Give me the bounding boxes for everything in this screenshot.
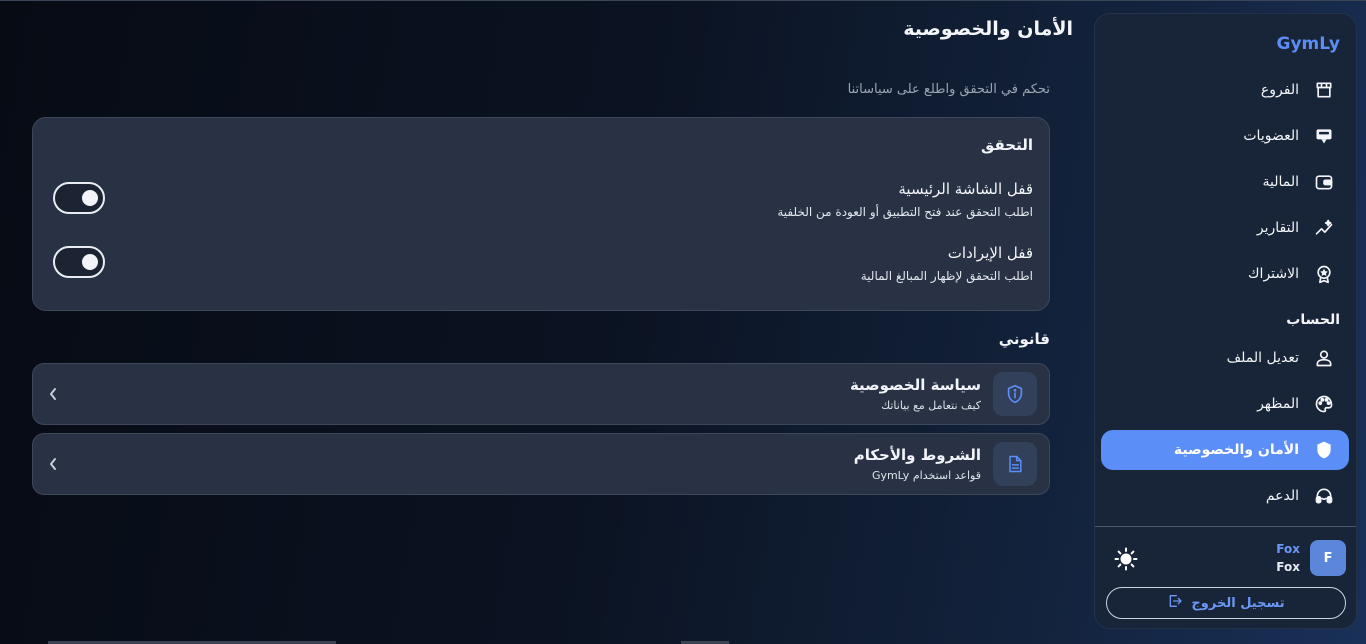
revenue-lock-description: اطلب التحقق لإظهار المبالغ المالية	[860, 269, 1033, 283]
home-lock-description: اطلب التحقق عند فتح التطبيق أو العودة من…	[777, 205, 1033, 219]
privacy-policy-description: كيف نتعامل مع بياناتك	[881, 399, 981, 412]
page-title: الأمان والخصوصية	[903, 18, 1073, 40]
palette-icon	[1313, 393, 1335, 415]
sidebar-item-label: المظهر	[1257, 396, 1299, 412]
revenue-lock-toggle[interactable]	[53, 246, 105, 278]
user-subname: Fox	[1276, 560, 1300, 574]
legal-section-title: قانوني	[998, 330, 1050, 348]
sidebar: GymLy الفروع العضويات المالية التقارير ا…	[1094, 13, 1357, 629]
wallet-icon	[1313, 171, 1335, 193]
sidebar-item-label: العضويات	[1243, 128, 1299, 144]
user-icon	[1313, 347, 1335, 369]
chevron-left-icon	[45, 454, 61, 474]
chevron-left-icon	[45, 384, 61, 404]
avatar[interactable]: F	[1310, 540, 1346, 576]
id-card-icon	[1313, 125, 1335, 147]
home-lock-toggle[interactable]	[53, 182, 105, 214]
verification-title: التحقق	[980, 136, 1033, 154]
window-top-border	[0, 0, 1366, 1]
verification-card: التحقق قفل الشاشة الرئيسية اطلب التحقق ع…	[32, 117, 1050, 311]
headset-icon	[1313, 485, 1335, 507]
store-icon	[1313, 79, 1335, 101]
logout-icon	[1167, 593, 1183, 613]
logout-label: تسجيل الخروج	[1191, 595, 1285, 611]
terms-description: قواعد استخدام GymLy	[871, 469, 981, 482]
sidebar-item-finance[interactable]: المالية	[1101, 162, 1349, 202]
privacy-policy-row[interactable]: سياسة الخصوصية كيف نتعامل مع بياناتك	[32, 363, 1050, 425]
sidebar-item-branches[interactable]: الفروع	[1101, 70, 1349, 110]
sidebar-item-subscription[interactable]: الاشتراك	[1101, 254, 1349, 294]
sidebar-item-appearance[interactable]: المظهر	[1101, 384, 1349, 424]
privacy-policy-title: سياسة الخصوصية	[849, 376, 981, 394]
toggle-knob	[82, 254, 98, 270]
sidebar-item-label: التقارير	[1256, 220, 1299, 236]
page-subtitle: تحكم في التحقق واطلع على سياساتنا	[847, 82, 1050, 97]
award-icon	[1313, 263, 1335, 285]
sidebar-item-label: الاشتراك	[1248, 266, 1299, 282]
sidebar-item-support[interactable]: الدعم	[1101, 476, 1349, 516]
terms-row[interactable]: الشروط والأحكام قواعد استخدام GymLy	[32, 433, 1050, 495]
sun-icon[interactable]	[1113, 546, 1139, 572]
sidebar-item-edit-profile[interactable]: تعديل الملف	[1101, 338, 1349, 378]
toggle-knob	[82, 190, 98, 206]
revenue-lock-title: قفل الإيرادات	[947, 244, 1033, 262]
sidebar-item-security-privacy[interactable]: الأمان والخصوصية	[1101, 430, 1349, 470]
sidebar-divider	[1095, 526, 1356, 527]
sidebar-item-reports[interactable]: التقارير	[1101, 208, 1349, 248]
logout-button[interactable]: تسجيل الخروج	[1106, 587, 1346, 619]
brand-logo[interactable]: GymLy	[1276, 34, 1340, 54]
shield-icon	[1313, 439, 1335, 461]
home-lock-title: قفل الشاشة الرئيسية	[898, 180, 1033, 198]
sidebar-item-label: الفروع	[1260, 82, 1299, 98]
account-section-title: الحساب	[1286, 312, 1340, 328]
info-shield-icon	[993, 372, 1037, 416]
analytics-icon	[1313, 217, 1335, 239]
terms-title: الشروط والأحكام	[853, 446, 981, 464]
sidebar-item-memberships[interactable]: العضويات	[1101, 116, 1349, 156]
document-icon	[993, 442, 1037, 486]
sidebar-item-label: الأمان والخصوصية	[1173, 442, 1299, 458]
sidebar-item-label: المالية	[1262, 174, 1299, 190]
user-name: Fox	[1276, 542, 1300, 556]
sidebar-item-label: تعديل الملف	[1226, 350, 1299, 366]
sidebar-item-label: الدعم	[1265, 488, 1299, 504]
